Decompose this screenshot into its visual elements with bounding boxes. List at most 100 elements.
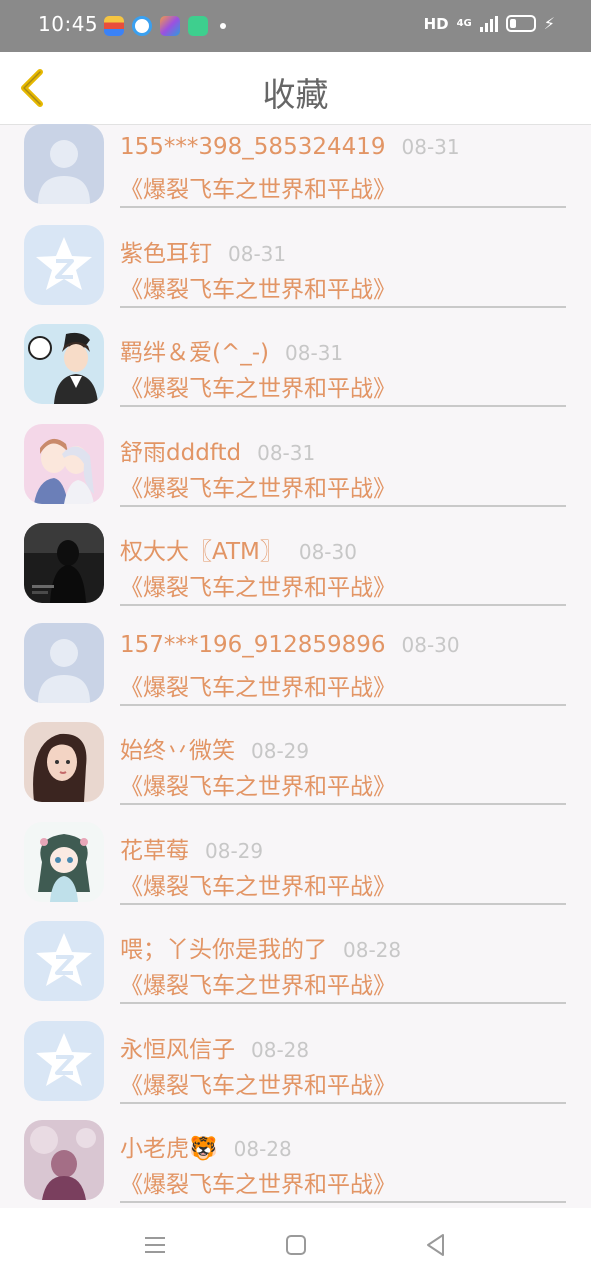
user-name-text: 舒雨dddftd (120, 439, 242, 466)
header: 收藏 (0, 52, 591, 125)
row-divider (120, 604, 566, 606)
status-time: 10:45 (38, 12, 99, 36)
avatar[interactable] (24, 722, 104, 802)
back-triangle-icon (427, 1234, 444, 1256)
favorite-date: 08-31 (228, 241, 287, 266)
avatar[interactable] (24, 523, 104, 603)
notification-icons (104, 16, 226, 36)
gallery-notification-icon (160, 16, 180, 36)
favorite-date: 08-31 (257, 440, 316, 465)
user-name: 羁绊＆爱(^_-) 08-31 (120, 333, 343, 367)
favorite-date: 08-29 (205, 838, 264, 863)
page-title: 收藏 (262, 75, 329, 114)
book-title[interactable]: 《爆裂飞车之世界和平战》 (120, 270, 396, 304)
book-title[interactable]: 《爆裂飞车之世界和平战》 (120, 1066, 396, 1100)
avatar[interactable] (24, 622, 104, 703)
favorite-date: 08-28 (251, 1037, 310, 1062)
list-item[interactable]: 永恒风信子 08-28 《爆裂飞车之世界和平战》 (0, 1020, 591, 1120)
row-divider (120, 1002, 566, 1004)
user-name-text: 紫色耳钉 (120, 240, 212, 267)
favorite-date: 08-28 (233, 1137, 292, 1161)
user-name-text: 权大大〖ATM〗 (120, 539, 283, 565)
favorites-list: 155***398_585324419 08-31 《爆裂飞车之世界和平战》 紫色耳钉… (0, 124, 591, 1208)
row-divider (120, 1201, 566, 1203)
user-name-text: 花草莓 (120, 837, 189, 864)
favorite-date: 08-29 (251, 739, 310, 763)
avatar[interactable] (24, 324, 104, 404)
home-button[interactable] (281, 1230, 311, 1260)
avatar[interactable] (24, 124, 104, 204)
status-bar: 10:45 HD 4G ⚡ (0, 0, 591, 52)
user-name-text: 155***398_585324419 (120, 134, 386, 160)
user-name-text: 喂；丫头你是我的了 (120, 937, 327, 963)
favorite-date: 08-30 (401, 632, 460, 657)
user-name: 权大大〖ATM〗 08-30 (120, 532, 357, 566)
book-title[interactable]: 《爆裂飞车之世界和平战》 (120, 767, 396, 801)
more-notifications-icon (220, 23, 226, 29)
row-divider (120, 1101, 566, 1104)
message-notification-icon (188, 16, 208, 36)
user-name-text: 永恒风信子 (120, 1036, 235, 1063)
list-item[interactable]: 羁绊＆爱(^_-) 08-31 《爆裂飞车之世界和平战》 (0, 323, 591, 423)
book-title[interactable]: 《爆裂飞车之世界和平战》 (120, 1165, 396, 1199)
user-name-text: 小老虎🐯 (120, 1136, 218, 1162)
book-title[interactable]: 《爆裂飞车之世界和平战》 (120, 867, 396, 901)
favorite-date: 08-28 (343, 938, 402, 962)
hd-indicator: HD (423, 14, 449, 33)
list-item[interactable]: 权大大〖ATM〗 08-30 《爆裂飞车之世界和平战》 (0, 522, 591, 622)
avatar[interactable] (24, 1120, 104, 1200)
user-name: 喂；丫头你是我的了 08-28 (120, 930, 401, 964)
avatar[interactable] (24, 921, 104, 1001)
user-name: 小老虎🐯 08-28 (120, 1129, 292, 1163)
user-name-text: 羁绊＆爱(^_-) (120, 340, 270, 366)
user-name-text: 始终丷微笑 (120, 738, 235, 764)
user-name-text: 157***196_912859896 (120, 631, 386, 658)
user-name: 永恒风信子 08-28 (120, 1030, 309, 1064)
row-divider (120, 703, 566, 706)
list-item[interactable]: 155***398_585324419 08-31 《爆裂飞车之世界和平战》 (0, 124, 591, 224)
book-title[interactable]: 《爆裂飞车之世界和平战》 (120, 369, 396, 403)
avatar[interactable] (24, 821, 104, 902)
favorite-date: 08-30 (298, 540, 357, 564)
book-title[interactable]: 《爆裂飞车之世界和平战》 (120, 668, 396, 702)
row-divider (120, 504, 566, 507)
user-name: 始终丷微笑 08-29 (120, 731, 309, 765)
user-name: 花草莓 08-29 (120, 831, 263, 865)
list-item[interactable]: 花草莓 08-29 《爆裂飞车之世界和平战》 (0, 821, 591, 921)
avatar[interactable] (24, 224, 104, 305)
list-item[interactable]: 喂；丫头你是我的了 08-28 《爆裂飞车之世界和平战》 (0, 920, 591, 1020)
favorite-date: 08-31 (285, 341, 344, 365)
browser-notification-icon (132, 16, 152, 36)
row-divider (120, 902, 566, 905)
network-type: 4G (456, 18, 472, 29)
avatar[interactable] (24, 423, 104, 504)
user-name: 157***196_912859896 08-30 (120, 632, 460, 658)
list-item[interactable]: 157***196_912859896 08-30 《爆裂飞车之世界和平战》 (0, 622, 591, 722)
user-name: 紫色耳钉 08-31 (120, 234, 286, 268)
charging-icon: ⚡ (543, 14, 555, 33)
signal-icon (479, 15, 498, 32)
battery-icon (505, 15, 536, 32)
row-divider (120, 803, 566, 805)
system-back-button[interactable] (421, 1230, 451, 1260)
book-title[interactable]: 《爆裂飞车之世界和平战》 (120, 170, 396, 204)
book-title[interactable]: 《爆裂飞车之世界和平战》 (120, 469, 396, 503)
row-divider (120, 305, 566, 308)
list-item[interactable]: 小老虎🐯 08-28 《爆裂飞车之世界和平战》 (0, 1119, 591, 1208)
home-square-icon (286, 1235, 306, 1255)
book-title[interactable]: 《爆裂飞车之世界和平战》 (120, 568, 396, 602)
list-item[interactable]: 舒雨dddftd 08-31 《爆裂飞车之世界和平战》 (0, 423, 591, 523)
list-item[interactable]: 紫色耳钉 08-31 《爆裂飞车之世界和平战》 (0, 224, 591, 324)
list-item[interactable]: 始终丷微笑 08-29 《爆裂飞车之世界和平战》 (0, 721, 591, 821)
app-notification-icon (104, 16, 124, 36)
favorite-date: 08-31 (401, 135, 460, 159)
row-divider (120, 206, 566, 208)
navigation-bar (0, 1208, 591, 1280)
menu-button[interactable] (140, 1230, 170, 1260)
avatar[interactable] (24, 1020, 104, 1101)
book-title[interactable]: 《爆裂飞车之世界和平战》 (120, 966, 396, 1000)
user-name: 155***398_585324419 08-31 (120, 134, 460, 160)
row-divider (120, 405, 566, 407)
user-name: 舒雨dddftd 08-31 (120, 433, 315, 467)
menu-icon (145, 1237, 165, 1253)
